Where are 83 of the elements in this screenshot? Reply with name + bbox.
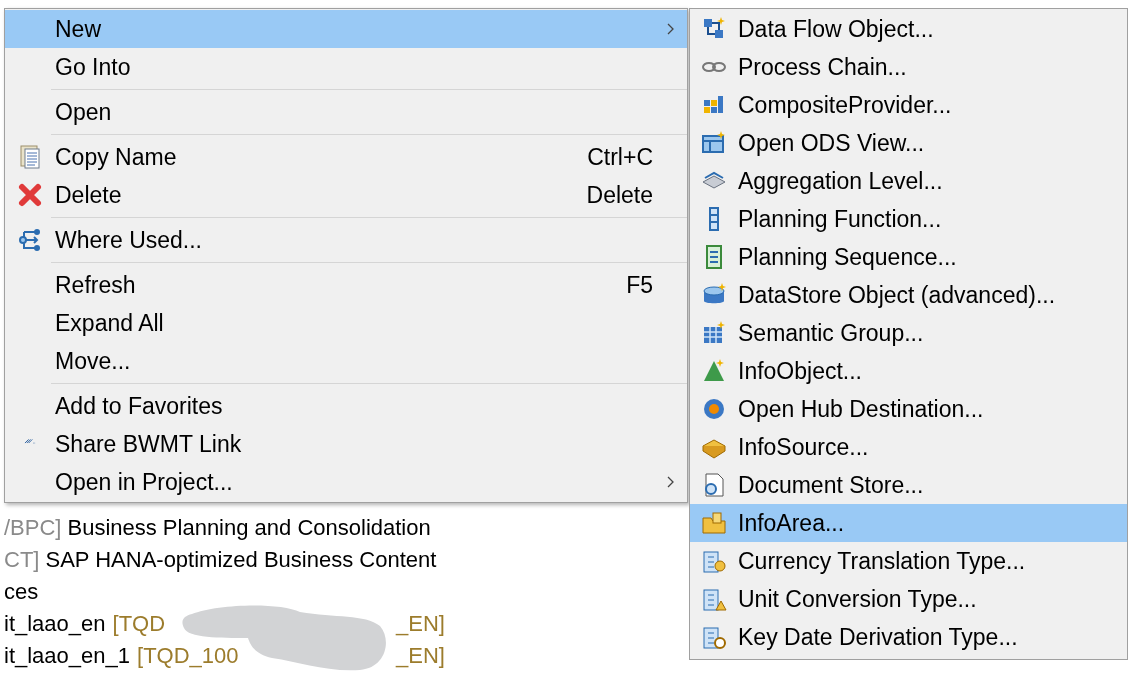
currency-icon (701, 548, 727, 574)
menu-item[interactable]: DataStore Object (advanced)... (690, 276, 1127, 314)
menu-item[interactable]: InfoArea... (690, 504, 1127, 542)
tree-item-tag: [TQD_100 (137, 638, 239, 672)
menu-item[interactable]: Delete Delete (5, 176, 687, 214)
menu-item-label: Go Into (55, 52, 132, 82)
menu-item-label: Open (55, 97, 113, 127)
menu-item-label: Aggregation Level... (738, 166, 943, 196)
menu-item[interactable]: New (5, 10, 687, 48)
menu-item[interactable]: Share BWMT Link (5, 425, 687, 463)
tree-item-label[interactable]: it_laao_en_1 (4, 638, 130, 672)
table-icon (701, 130, 727, 156)
tree-item-label[interactable]: Business Planning and Consolidation (67, 510, 431, 544)
delete-icon (17, 182, 43, 208)
menu-item[interactable]: InfoObject... (690, 352, 1127, 390)
shortcut-text: Ctrl+C (587, 142, 653, 172)
menu-item[interactable]: Open in Project... (5, 463, 687, 501)
menu-item[interactable]: Currency Translation Type... (690, 542, 1127, 580)
tree-item-label[interactable]: SAP HANA-optimized Business Content (45, 542, 437, 576)
menu-item[interactable]: Aggregation Level... (690, 162, 1127, 200)
menu-item-label: Where Used... (55, 225, 203, 255)
menu-item-label: Unit Conversion Type... (738, 584, 977, 614)
menu-item-label: Process Chain... (738, 52, 907, 82)
menu-item-label: InfoSource... (738, 432, 869, 462)
menu-item-label: Refresh (55, 270, 137, 300)
menu-item[interactable]: Data Flow Object... (690, 10, 1127, 48)
menu-item-label: Document Store... (738, 470, 924, 500)
grid-icon (701, 320, 727, 346)
tree-item-tag: CT] (4, 542, 40, 576)
menu-item-label: Planning Function... (738, 204, 942, 234)
menu-item[interactable]: Open ODS View... (690, 124, 1127, 162)
menu-item[interactable]: Expand All (5, 304, 687, 342)
menu-item[interactable]: Add to Favorites (5, 387, 687, 425)
menu-item[interactable]: Semantic Group... (690, 314, 1127, 352)
menu-item[interactable]: CompositeProvider... (690, 86, 1127, 124)
menu-item-label: New (55, 14, 102, 44)
menu-item-label: CompositeProvider... (738, 90, 952, 120)
menu-item[interactable]: Where Used... (5, 221, 687, 259)
menu-item[interactable]: Open (5, 93, 687, 131)
hub-icon (701, 396, 727, 422)
menu-item[interactable]: Copy Name Ctrl+C (5, 138, 687, 176)
menu-item-label: Add to Favorites (55, 391, 224, 421)
menu-item-label: DataStore Object (advanced)... (738, 280, 1056, 310)
tree-item-label[interactable]: ces (4, 574, 39, 608)
tree-item-tag: [TQD (112, 606, 166, 640)
menu-item[interactable]: Document Store... (690, 466, 1127, 504)
menu-item[interactable]: InfoSource... (690, 428, 1127, 466)
menu-item-label: Expand All (55, 308, 165, 338)
where-used-icon (17, 227, 43, 253)
menu-item[interactable]: Planning Function... (690, 200, 1127, 238)
menu-item-label: InfoArea... (738, 508, 845, 538)
triangle-icon (701, 358, 727, 384)
menu-item-label: Key Date Derivation Type... (738, 622, 1018, 652)
menu-item-label: Data Flow Object... (738, 14, 934, 44)
menu-item[interactable]: Move... (5, 342, 687, 380)
menu-item[interactable]: Planning Sequence... (690, 238, 1127, 276)
menu-item-label: Copy Name (55, 142, 178, 172)
menu-item-label: Planning Sequence... (738, 242, 957, 272)
menu-item[interactable]: Unit Conversion Type... (690, 580, 1127, 618)
menu-item[interactable]: Go Into (5, 48, 687, 86)
tree-item-tag: _EN] (396, 606, 445, 640)
tree-item-label[interactable]: it_laao_en (4, 606, 106, 640)
folder-icon (701, 510, 727, 536)
menu-item[interactable]: Process Chain... (690, 48, 1127, 86)
menu-item[interactable]: Refresh F5 (5, 266, 687, 304)
menu-item[interactable]: Key Date Derivation Type... (690, 618, 1127, 656)
date-icon (701, 624, 727, 650)
tree-item-tag: _EN] (396, 638, 445, 672)
unit-icon (701, 586, 727, 612)
menu-item-label: Currency Translation Type... (738, 546, 1026, 576)
menu-item-label: Open ODS View... (738, 128, 925, 158)
copy-icon (17, 144, 43, 170)
menu-item-label: Semantic Group... (738, 318, 924, 348)
shortcut-text: Delete (586, 180, 653, 210)
menu-item-label: Open in Project... (55, 467, 234, 497)
menu-item-label: Share BWMT Link (55, 429, 243, 459)
shortcut-text: F5 (626, 270, 653, 300)
tree-item-tag: /BPC] (4, 510, 62, 544)
menu-item-label: Move... (55, 346, 132, 376)
menu-item-label: Delete (55, 180, 123, 210)
menu-item-label: InfoObject... (738, 356, 862, 386)
menu-item[interactable]: Open Hub Destination... (690, 390, 1127, 428)
menu-item-label: Open Hub Destination... (738, 394, 984, 424)
